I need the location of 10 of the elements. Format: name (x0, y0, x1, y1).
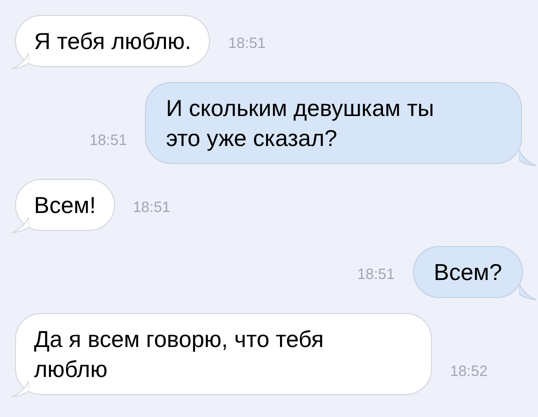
message-time: 18:51 (228, 34, 266, 54)
message-time: 18:51 (357, 264, 395, 284)
message-text: Всем? (434, 258, 502, 287)
message-time: 18:51 (132, 198, 170, 218)
message-text: Я тебя люблю. (34, 27, 192, 56)
message-time: 18:52 (450, 362, 488, 382)
message-time: 18:51 (89, 130, 127, 150)
message-text: Всем! (34, 191, 96, 220)
message-text: И скольким девушкам ты это уже сказал? (166, 94, 436, 153)
message-text: Да я всем говорю, что тебя люблю (34, 325, 325, 384)
